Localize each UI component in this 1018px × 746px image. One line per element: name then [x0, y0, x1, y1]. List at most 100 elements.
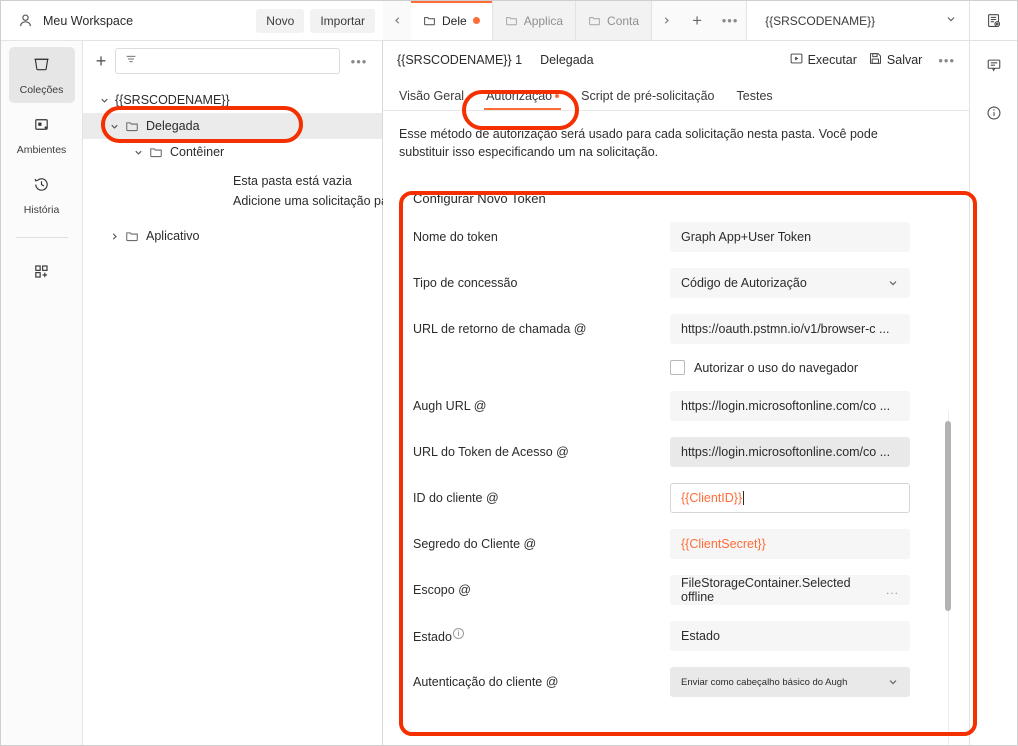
- more-options-icon[interactable]: •••: [346, 54, 372, 69]
- authorize-browser-label[interactable]: Autorizar o uso do navegador: [694, 361, 858, 375]
- tree-item-aplicativo[interactable]: Aplicativo: [83, 223, 382, 249]
- chevron-right-icon[interactable]: [652, 1, 680, 40]
- postman-window: Meu Workspace Novo Importar Coleções Amb…: [0, 0, 1018, 746]
- folder-icon: [588, 14, 601, 27]
- field-label: Escopo @: [413, 583, 670, 597]
- scope-input[interactable]: FileStorageContainer.Selected offline ..…: [670, 575, 910, 605]
- tree-item-label: {{SRSCODENAME}}: [115, 93, 230, 107]
- configure-new-token-panel: Configurar Novo Token Nome do token Grap…: [399, 179, 953, 745]
- grant-type-select[interactable]: Código de Autorização: [670, 268, 910, 298]
- sidebar-item-environments[interactable]: Ambientes: [9, 107, 75, 163]
- unsaved-indicator-icon: [472, 17, 480, 24]
- authorize-browser-checkbox[interactable]: [670, 360, 685, 375]
- tab-applica[interactable]: Applica: [492, 1, 577, 40]
- token-name-input[interactable]: Graph App+User Token: [670, 222, 910, 252]
- chevron-down-icon: [887, 676, 899, 688]
- tree-item-label: Aplicativo: [146, 229, 200, 243]
- field-row-callback-url: URL de retorno de chamada @ https://oaut…: [399, 314, 953, 344]
- plus-icon[interactable]: +: [87, 47, 115, 75]
- breadcrumb-collection[interactable]: {{SRSCODENAME}} 1: [397, 53, 522, 67]
- new-button[interactable]: Novo: [256, 8, 305, 33]
- tab-conta[interactable]: Conta: [576, 1, 653, 40]
- auth-url-input[interactable]: https://login.microsoftonline.com/co ...: [670, 391, 910, 421]
- filter-input[interactable]: [115, 48, 340, 74]
- field-label-text: URL de retorno de chamada: [413, 322, 571, 336]
- tab-visao-geral[interactable]: Visão Geral: [399, 89, 464, 110]
- field-label: ID do cliente @: [413, 491, 670, 505]
- info-circle-icon[interactable]: [972, 89, 1016, 137]
- tab-autorizacao[interactable]: Autorização: [484, 89, 562, 110]
- tab-more-options-icon[interactable]: •••: [714, 1, 747, 40]
- chevron-left-icon[interactable]: [383, 1, 411, 40]
- at-icon: @: [458, 583, 471, 597]
- field-row-grant-type: Tipo de concessão Código de Autorização: [399, 268, 953, 298]
- tab-autorizacao-label: Autorização: [486, 89, 553, 103]
- tab-testes[interactable]: Testes: [737, 89, 773, 110]
- access-token-url-input[interactable]: https://login.microsoftonline.com/co ...: [670, 437, 910, 467]
- field-label-text: Segredo do Cliente: [413, 537, 521, 551]
- folder-icon: [505, 14, 518, 27]
- tree-item-delegada[interactable]: Delegada: [83, 113, 382, 139]
- client-id-value: {{ClientID}}: [681, 491, 743, 505]
- breadcrumb-more-options-icon[interactable]: •••: [938, 53, 955, 68]
- field-row-token-name: Nome do token Graph App+User Token: [399, 222, 953, 252]
- run-button[interactable]: Executar: [790, 52, 857, 68]
- environment-label: {{SRSCODENAME}}: [765, 13, 876, 28]
- auth-content: Esse método de autorização será usado pa…: [383, 111, 969, 745]
- at-icon: @: [573, 322, 587, 336]
- authorize-browser-row: Autorizar o uso do navegador: [399, 360, 953, 375]
- grant-type-value: Código de Autorização: [681, 276, 807, 290]
- field-label: Autenticação do cliente @: [413, 675, 670, 689]
- client-secret-input[interactable]: {{ClientSecret}}: [670, 529, 910, 559]
- play-icon: [790, 52, 803, 68]
- field-label-text: Augh URL: [413, 399, 471, 413]
- tab-label: Conta: [607, 13, 640, 28]
- token-name-value: Graph App+User Token: [681, 230, 812, 244]
- at-icon: @: [523, 537, 537, 551]
- tree-item-collection-root[interactable]: {{SRSCODENAME}}: [83, 87, 382, 113]
- add-modules-icon: [32, 262, 51, 286]
- left-icon-rail: Coleções Ambientes História: [1, 41, 83, 745]
- client-id-input[interactable]: {{ClientID}}: [670, 483, 910, 513]
- tab-delegada[interactable]: Dele: [411, 1, 493, 40]
- tree-item-conteiner[interactable]: Contêiner: [83, 139, 382, 165]
- sidebar-item-add-modules[interactable]: [9, 246, 75, 302]
- client-authentication-select[interactable]: Enviar como cabeçalho básico do Augh: [670, 667, 910, 697]
- environment-selector[interactable]: {{SRSCODENAME}}: [746, 1, 969, 40]
- at-icon: @: [545, 675, 559, 689]
- comment-icon[interactable]: [972, 41, 1016, 89]
- new-tab-plus-icon[interactable]: +: [680, 1, 715, 40]
- chevron-down-icon[interactable]: [127, 147, 149, 158]
- sidebar-item-collections[interactable]: Coleções: [8, 47, 75, 103]
- ellipsis-icon: ...: [885, 583, 899, 597]
- text-caret: [743, 491, 745, 505]
- chevron-right-icon[interactable]: [103, 231, 125, 242]
- field-label: URL de retorno de chamada @: [413, 322, 670, 336]
- tab-script-pre-solicitacao[interactable]: Script de pré-solicitação: [581, 89, 714, 110]
- sidebar-item-collections-label: Coleções: [19, 83, 64, 96]
- sidebar-item-history[interactable]: História: [9, 167, 75, 223]
- environment-quick-look-icon[interactable]: [970, 1, 1017, 41]
- info-icon[interactable]: i: [452, 627, 464, 639]
- run-button-label: Executar: [807, 53, 857, 67]
- at-icon: @: [485, 491, 499, 505]
- field-label: Tipo de concessão: [413, 276, 518, 290]
- breadcrumb-folder[interactable]: Delegada: [540, 53, 594, 67]
- tab-label: Applica: [523, 13, 564, 28]
- empty-folder-title: Esta pasta está vazia: [233, 174, 352, 188]
- callback-url-input[interactable]: https://oauth.pstmn.io/v1/browser-c ...: [670, 314, 910, 344]
- callback-url-value: https://oauth.pstmn.io/v1/browser-c ...: [681, 322, 890, 336]
- folder-icon: [149, 145, 163, 159]
- field-row-state: Estado i Estado: [399, 621, 953, 651]
- save-button[interactable]: Salvar: [869, 52, 922, 68]
- request-subtabs: Visão Geral Autorização Script de pré-so…: [383, 79, 969, 111]
- at-icon: @: [473, 399, 487, 413]
- field-label-text: Escopo: [413, 583, 455, 597]
- field-label: Segredo do Cliente @: [413, 537, 670, 551]
- vertical-scrollbar-thumb[interactable]: [945, 421, 951, 611]
- field-label-text: Autenticação do cliente: [413, 675, 543, 689]
- import-button[interactable]: Importar: [310, 8, 375, 33]
- chevron-down-icon[interactable]: [103, 121, 125, 132]
- chevron-down-icon[interactable]: [93, 95, 115, 106]
- state-input[interactable]: Estado: [670, 621, 910, 651]
